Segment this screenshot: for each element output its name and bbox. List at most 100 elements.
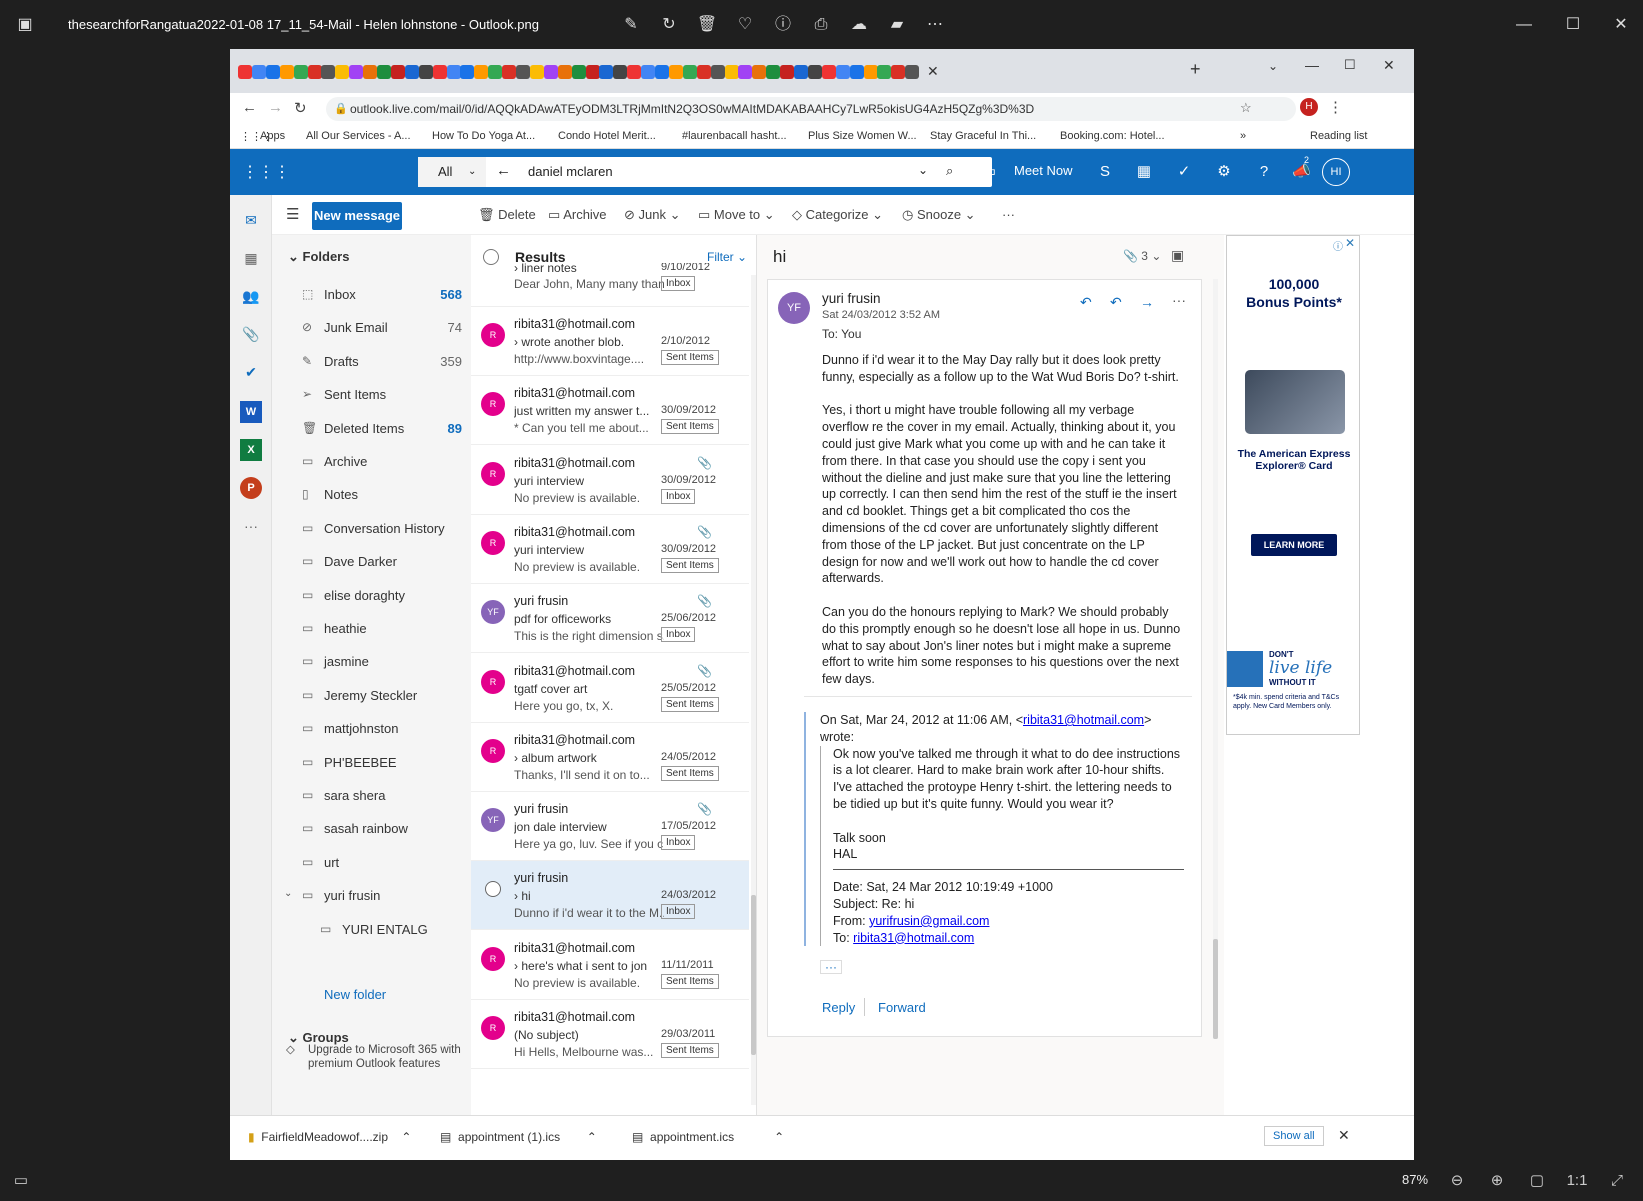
message-list-item[interactable]: Rribita31@hotmail.com 📎 yuri interview 30/0… [471,446,749,515]
excel-icon[interactable]: X [240,439,262,461]
tab-favicon-icon[interactable] [849,65,864,79]
tab-favicon-icon[interactable] [543,65,558,79]
settings-icon[interactable]: ⚙ [1215,163,1233,181]
popout-icon[interactable]: ▣ [1171,247,1184,264]
download-item[interactable]: ▮ FairfieldMeadowof....zip ⌃ [248,1130,411,1144]
rotate-icon[interactable]: ↻ [658,14,680,36]
office-icon[interactable]: ▦ [1135,163,1153,181]
sender-name[interactable]: yuri frusin [822,291,881,306]
scrollbar-thumb[interactable] [1213,939,1218,1039]
tab-favicon-icon[interactable] [474,65,489,79]
forward-icon[interactable]: → [1140,294,1154,310]
move-to-button[interactable]: ▭ Move to ⌄ [698,207,775,223]
more-icon[interactable]: ⋯ [924,14,946,36]
folder-item[interactable]: ▭ Archive [300,446,470,476]
new-tab-icon[interactable]: + [1190,59,1201,80]
tab-favicon-icon[interactable] [432,65,447,79]
from-email-link[interactable]: yurifrusin@gmail.com [869,914,989,928]
bookmark-item[interactable]: Condo Hotel Merit... [558,130,656,142]
folder-item[interactable]: ✎ Drafts 359 [300,346,470,376]
tab-favicon-icon[interactable] [571,65,586,79]
info-icon[interactable]: ⓘ [772,14,794,36]
message-list-item[interactable]: YF yuri frusin 📎 jon dale interview 17/05/20… [471,792,749,862]
folder-item[interactable]: ⬚ Inbox 568 [300,279,470,309]
powerpoint-icon[interactable]: P [240,477,262,499]
tab-favicon-icon[interactable] [293,65,308,79]
reload-icon[interactable]: ↻ [294,99,307,117]
more-actions-button[interactable]: ··· [1002,207,1015,222]
ad-close-icon[interactable]: ✕ [1345,236,1355,250]
tab-close-icon[interactable]: ✕ [927,63,939,80]
message-list-item[interactable]: YF yuri frusin 📎 pdf for officeworks 25/06/2… [471,584,749,654]
folder-item[interactable]: ⌄ ▭ yuri frusin [284,880,470,910]
folder-item[interactable]: ▭ PH'BEEBEE [300,747,470,777]
new-folder-link[interactable]: New folder [324,987,386,1002]
tab-favicon-icon[interactable] [446,65,461,79]
chevron-down-icon[interactable]: ⌄ [284,888,292,899]
tab-favicon-icon[interactable] [696,65,711,79]
message-list-item[interactable]: Rribita31@hotmail.com 📎 tgatf cover art 25/… [471,654,749,723]
advertisement[interactable]: ⓘ ✕ 100,000 Bonus Points* The American E… [1226,235,1360,735]
tab-favicon-icon[interactable] [655,65,669,79]
reply-button[interactable]: Reply [822,1000,855,1015]
help-icon[interactable]: ? [1255,163,1273,181]
tab-favicon-icon[interactable] [835,65,850,79]
tab-favicon-icon[interactable] [529,65,544,79]
window-minimize-icon[interactable]: — [1305,57,1319,73]
list-scrollbar[interactable] [751,275,756,1105]
url-field[interactable]: 🔒 outlook.live.com/mail/0/id/AQQkADAwATE… [326,97,1296,121]
maximize-icon[interactable]: ☐ [1562,14,1584,36]
download-item[interactable]: ▤ appointment.ics ⌃ [632,1130,784,1144]
attach-icon[interactable]: 📎 [240,323,262,345]
tab-favicon-icon[interactable] [377,65,391,79]
reading-scrollbar[interactable] [1213,279,1218,1039]
tab-favicon-icon[interactable] [794,65,808,79]
message-more-icon[interactable]: ··· [1172,292,1186,308]
tab-favicon-icon[interactable] [307,65,322,79]
new-message-button[interactable]: New message [312,202,402,230]
show-all-button[interactable]: Show all [1264,1126,1324,1146]
folder-item[interactable]: ▭ heathie [300,613,470,643]
tab-favicon-icon[interactable] [349,65,364,79]
tab-favicon-icon[interactable] [321,65,336,79]
print-icon[interactable]: ⎙ [810,14,832,36]
browser-menu-icon[interactable]: ⋮ [1328,98,1343,116]
favorite-icon[interactable]: ♡ [734,14,756,36]
tab-favicon-icon[interactable] [335,65,350,79]
video-edit-icon[interactable]: ▰ [886,14,908,36]
folder-item[interactable]: ▭ urt [300,847,470,877]
list-item[interactable]: › liner notes 9/10/2012 Dear John, Many … [471,263,749,307]
tab-favicon-icon[interactable] [766,65,781,79]
tab-favicon-icon[interactable] [863,65,878,79]
reading-list[interactable]: Reading list [1310,130,1367,142]
tab-search-icon[interactable]: ⌄ [1268,59,1278,73]
fullscreen-icon[interactable]: ⤢ [1606,1170,1628,1192]
message-list-item[interactable]: Rribita31@hotmail.com › album artwork 24/0… [471,723,749,792]
tab-favicon-icon[interactable] [390,65,405,79]
select-checkbox[interactable] [485,881,501,898]
edit-icon[interactable]: ✎ [620,14,642,36]
word-icon[interactable]: W [240,401,262,423]
tab-favicon-icon[interactable] [363,65,378,79]
delete-button[interactable]: 🗑 Delete [478,207,536,223]
bookmark-item[interactable]: All Our Services - A... [306,130,411,142]
bookmark-apps[interactable]: Apps [260,130,285,142]
folders-heading[interactable]: ⌄ Folders [288,249,349,265]
tab-favicon-icon[interactable] [682,65,697,79]
people-icon[interactable]: 👥 [240,285,262,307]
bookmarks-overflow-icon[interactable]: » [1240,130,1246,142]
adchoices-icon[interactable]: ⓘ [1333,238,1343,253]
folder-item[interactable]: ▭ Dave Darker [300,546,470,576]
forward-icon[interactable]: → [268,99,283,116]
tab-favicon-icon[interactable] [668,65,683,79]
profile-avatar[interactable]: H [1300,98,1318,116]
zoom-in-icon[interactable]: ⊕ [1486,1170,1508,1192]
message-list-item[interactable]: Rribita31@hotmail.com › wrote another blo… [471,307,749,376]
folder-item[interactable]: ▭ Conversation History [300,513,470,543]
back-icon[interactable]: ← [242,99,257,116]
tab-favicon-icon[interactable] [585,65,600,79]
folder-item[interactable]: ➢ Sent Items [300,379,470,409]
notification-icon[interactable]: 📣 [1292,163,1311,181]
message-list-item[interactable]: Rribita31@hotmail.com 📎 yuri interview 30/0… [471,515,749,584]
bookmark-item[interactable]: Stay Graceful In Thi... [930,130,1036,142]
